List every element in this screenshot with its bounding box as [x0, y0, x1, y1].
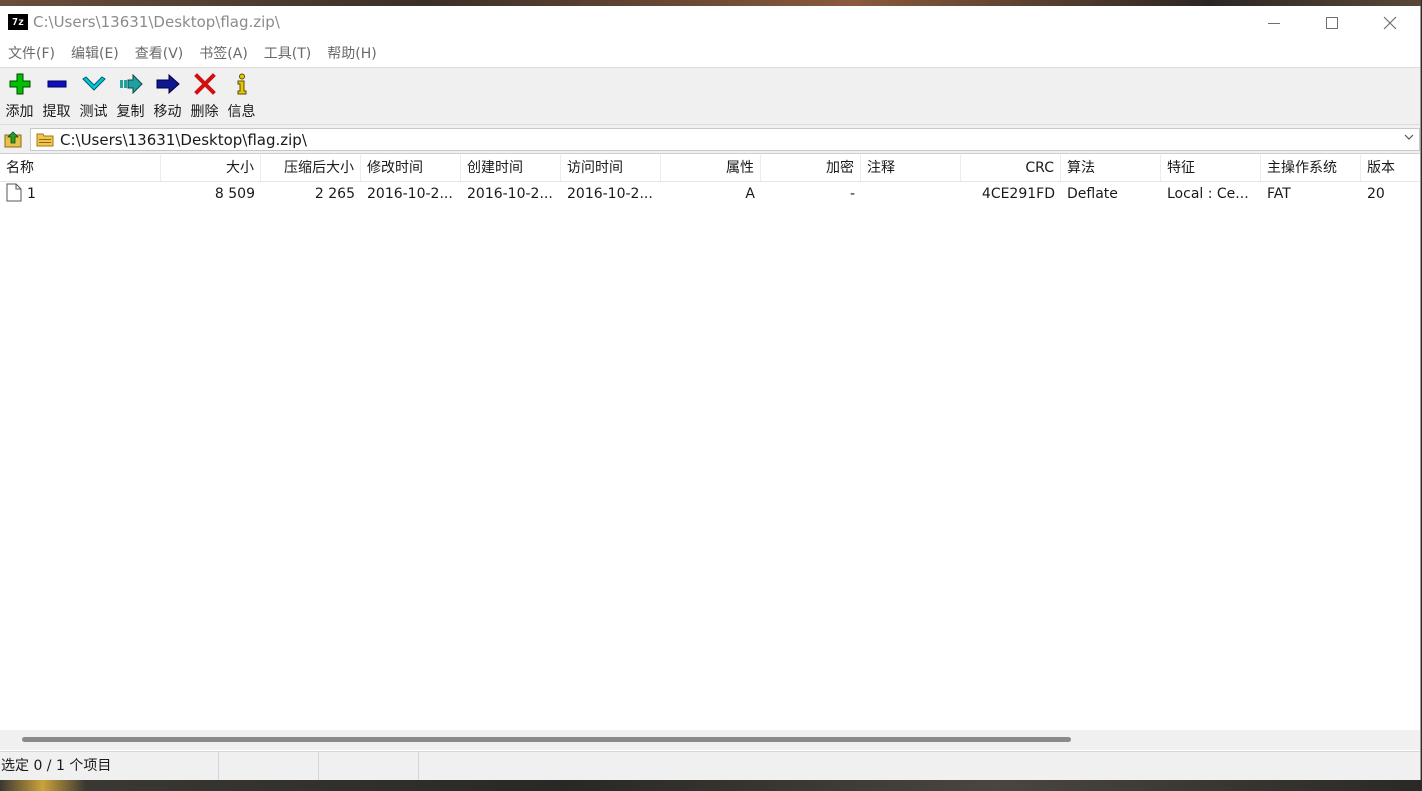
desktop-background-bottom	[0, 780, 1422, 791]
column-header-encrypted[interactable]: 加密	[761, 155, 861, 181]
check-icon	[81, 76, 106, 91]
delete-button[interactable]: 删除	[186, 68, 223, 124]
address-dropdown-button[interactable]	[1403, 131, 1415, 146]
column-header-accessed[interactable]: 访问时间	[561, 155, 661, 181]
menu-view[interactable]: 查看(V)	[127, 42, 192, 66]
cell-characteristics: Local : Ce...	[1167, 186, 1249, 202]
address-bar[interactable]: C:\Users\13631\Desktop\flag.zip\	[30, 128, 1420, 151]
chevron-down-icon	[1404, 134, 1414, 140]
toolbar: 添加 提取 测试 复制 移动 删除 信息	[0, 67, 1420, 125]
zip-folder-icon	[36, 133, 54, 147]
copy-arrow-icon	[119, 73, 143, 95]
column-header-version[interactable]: 版本	[1361, 155, 1420, 181]
column-header-name[interactable]: 名称	[0, 155, 161, 181]
column-header-modified[interactable]: 修改时间	[361, 155, 461, 181]
maximize-icon	[1326, 17, 1338, 29]
address-row: C:\Users\13631\Desktop\flag.zip\	[0, 125, 1420, 154]
column-header-method[interactable]: 算法	[1061, 155, 1161, 181]
info-button[interactable]: 信息	[223, 68, 260, 124]
menu-file[interactable]: 文件(F)	[0, 42, 63, 66]
minus-icon	[47, 80, 66, 88]
cell-name: 1	[0, 182, 161, 206]
status-selection: 选定 0 / 1 个项目	[0, 752, 219, 780]
extract-button[interactable]: 提取	[38, 68, 75, 124]
add-button-label: 添加	[5, 104, 34, 120]
column-header-host-os[interactable]: 主操作系统	[1261, 155, 1361, 181]
folder-up-icon	[4, 131, 22, 148]
menu-bookmarks[interactable]: 书签(A)	[191, 42, 256, 66]
minimize-icon	[1268, 22, 1280, 24]
column-header-characteristics[interactable]: 特征	[1161, 155, 1261, 181]
cell-host-os: FAT	[1267, 186, 1291, 202]
menu-edit[interactable]: 编辑(E)	[63, 42, 127, 66]
up-folder-button[interactable]	[2, 128, 24, 150]
cell-size: 8 509	[214, 186, 255, 202]
cell-attributes: A	[745, 186, 755, 202]
cell-created: 2016-10-2...	[467, 186, 553, 202]
move-button-label: 移动	[153, 104, 182, 120]
copy-button[interactable]: 复制	[112, 68, 149, 124]
address-path: C:\Users\13631\Desktop\flag.zip\	[60, 131, 307, 149]
cell-comment	[861, 182, 961, 206]
delete-x-icon	[193, 73, 216, 95]
cell-method: Deflate	[1067, 186, 1118, 202]
info-button-label: 信息	[227, 104, 256, 120]
close-button[interactable]	[1361, 6, 1419, 40]
column-header-created[interactable]: 创建时间	[461, 155, 561, 181]
cell-version: 20	[1367, 186, 1385, 202]
move-button[interactable]: 移动	[149, 68, 186, 124]
7zip-app-icon: 7z	[8, 14, 28, 30]
file-name: 1	[27, 186, 36, 202]
file-list[interactable]: 名称 大小 压缩后大小 修改时间 创建时间 访问时间 属性 加密 注释 CRC …	[0, 155, 1420, 731]
add-button[interactable]: 添加	[1, 68, 38, 124]
table-row[interactable]: 1 8 509 2 265 2016-10-2... 2016-10-2... …	[0, 182, 1420, 206]
menu-tools[interactable]: 工具(T)	[256, 42, 319, 66]
cell-accessed: 2016-10-2...	[567, 186, 653, 202]
cell-packed-size: 2 265	[314, 186, 355, 202]
minimize-button[interactable]	[1245, 6, 1303, 40]
column-header-attributes[interactable]: 属性	[661, 155, 761, 181]
7zip-window: 7z C:\Users\13631\Desktop\flag.zip\ 文件(F…	[0, 6, 1421, 780]
info-icon	[237, 73, 246, 95]
column-header-size[interactable]: 大小	[161, 155, 261, 181]
status-bar: 选定 0 / 1 个项目	[0, 751, 1420, 780]
close-icon	[1383, 16, 1397, 30]
column-header-comment[interactable]: 注释	[861, 155, 961, 181]
scrollbar-thumb[interactable]	[22, 737, 1071, 742]
move-arrow-icon	[156, 73, 180, 95]
cell-encrypted: -	[849, 186, 855, 202]
test-button-label: 测试	[79, 104, 108, 120]
maximize-button[interactable]	[1303, 6, 1361, 40]
test-button[interactable]: 测试	[75, 68, 112, 124]
copy-button-label: 复制	[116, 104, 145, 120]
window-title: C:\Users\13631\Desktop\flag.zip\	[33, 13, 280, 31]
title-bar[interactable]: 7z C:\Users\13631\Desktop\flag.zip\	[0, 6, 1420, 40]
status-cell-2	[219, 752, 319, 780]
status-cell-3	[319, 752, 419, 780]
cell-modified: 2016-10-2...	[367, 186, 453, 202]
delete-button-label: 删除	[190, 104, 219, 120]
column-header-row: 名称 大小 压缩后大小 修改时间 创建时间 访问时间 属性 加密 注释 CRC …	[0, 155, 1420, 182]
plus-icon	[9, 73, 30, 95]
column-header-crc[interactable]: CRC	[961, 155, 1061, 181]
extract-button-label: 提取	[42, 104, 71, 120]
column-header-packed-size[interactable]: 压缩后大小	[261, 155, 361, 181]
file-icon	[6, 183, 22, 202]
horizontal-scrollbar[interactable]	[0, 730, 1420, 750]
menu-help[interactable]: 帮助(H)	[319, 42, 384, 66]
cell-crc: 4CE291FD	[981, 186, 1055, 202]
menu-bar: 文件(F) 编辑(E) 查看(V) 书签(A) 工具(T) 帮助(H)	[0, 42, 1420, 66]
